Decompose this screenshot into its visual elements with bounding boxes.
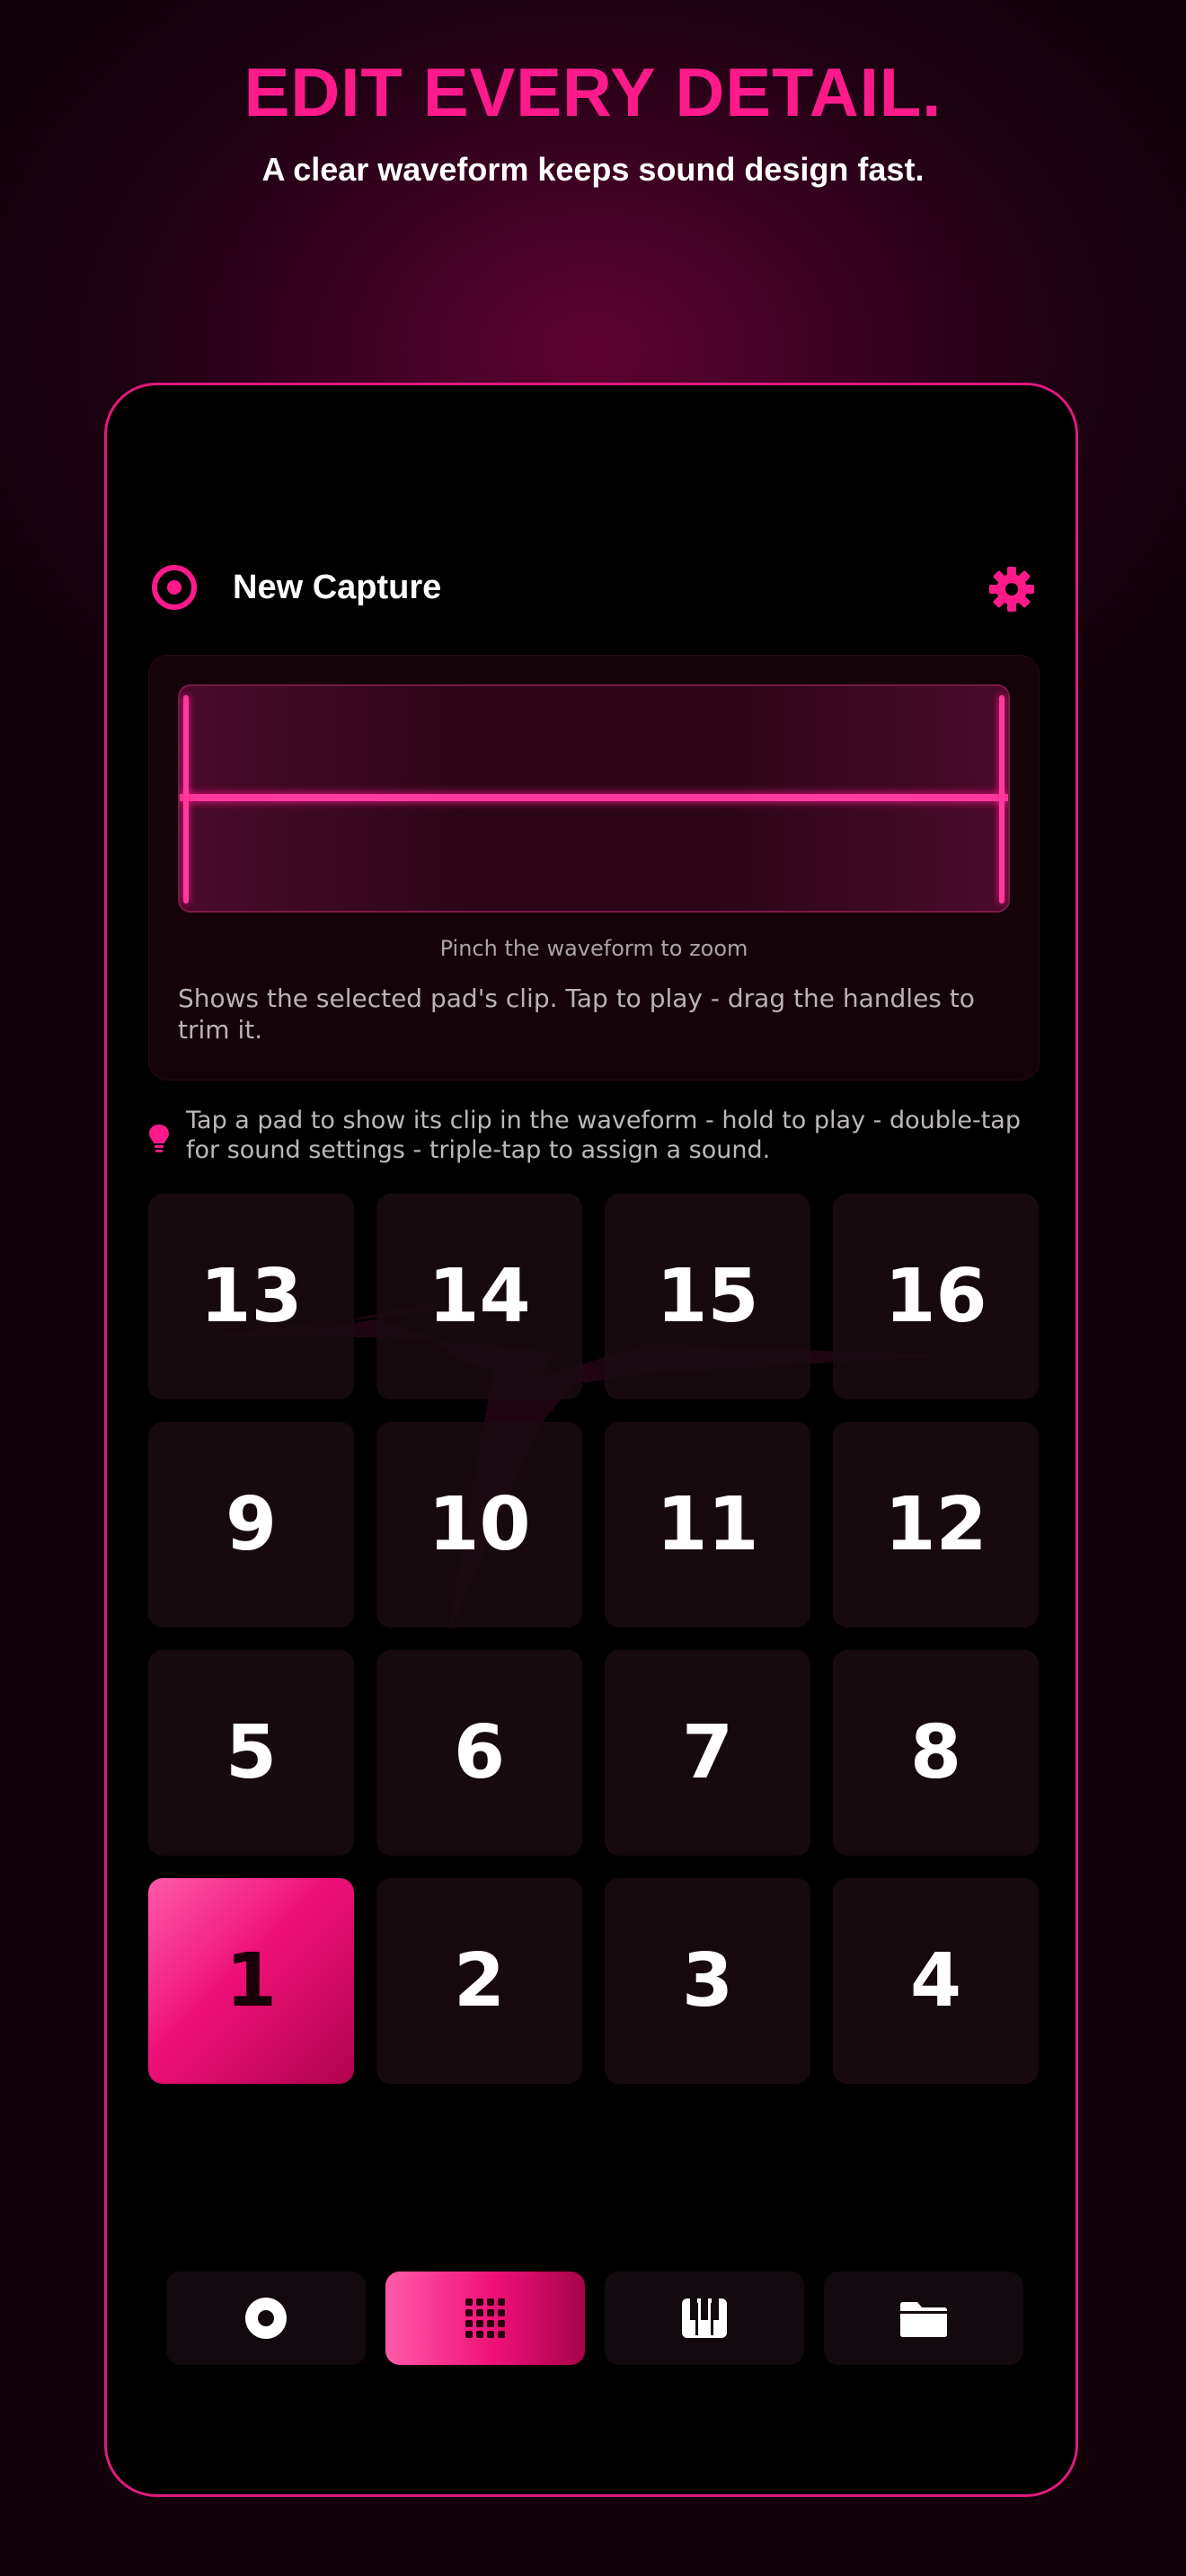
pad-16[interactable]: 16 — [833, 1194, 1039, 1399]
lightbulb-icon — [149, 1125, 169, 1152]
tab-keys[interactable] — [605, 2272, 804, 2365]
pad-4[interactable]: 4 — [833, 1878, 1039, 2084]
trim-handle-right[interactable] — [999, 695, 1005, 904]
pad-8[interactable]: 8 — [833, 1650, 1039, 1856]
grid-icon — [465, 2298, 505, 2338]
waveform-line — [180, 794, 1008, 801]
gear-icon[interactable] — [987, 565, 1036, 613]
promo-headline: EDIT EVERY DETAIL. — [243, 55, 943, 131]
tab-record[interactable] — [166, 2272, 366, 2365]
pad-2[interactable]: 2 — [376, 1878, 582, 2084]
record-icon[interactable] — [152, 565, 197, 610]
waveform-card: Pinch the waveform to zoom Shows the sel… — [148, 655, 1040, 1081]
trim-handle-left[interactable] — [183, 695, 189, 904]
pad-3[interactable]: 3 — [605, 1878, 810, 2084]
pad-11[interactable]: 11 — [605, 1422, 810, 1628]
promo-subheadline: A clear waveform keeps sound design fast… — [261, 151, 925, 188]
tab-bar — [166, 2272, 1023, 2365]
waveform-description: Shows the selected pad's clip. Tap to pl… — [178, 984, 975, 1045]
pad-14[interactable]: 14 — [376, 1194, 582, 1399]
pad-15[interactable]: 15 — [605, 1194, 810, 1399]
waveform-editor[interactable] — [178, 684, 1010, 913]
pad-9[interactable]: 9 — [148, 1422, 354, 1628]
pad-12[interactable]: 12 — [833, 1422, 1039, 1628]
record-icon — [245, 2298, 287, 2339]
pad-5[interactable]: 5 — [148, 1650, 354, 1856]
pad-7[interactable]: 7 — [605, 1650, 810, 1856]
pad-10[interactable]: 10 — [376, 1422, 582, 1628]
pad-6[interactable]: 6 — [376, 1650, 582, 1856]
pad-grid: 13 14 15 16 9 10 11 12 5 6 7 8 1 2 3 4 — [148, 1194, 1040, 2103]
folder-icon — [900, 2302, 947, 2337]
device-frame: New Capture Pinch the waveform to zoom S… — [104, 383, 1078, 2497]
tip-text: Tap a pad to show its clip in the wavefo… — [186, 1107, 1021, 1164]
piano-icon — [682, 2298, 727, 2338]
zoom-hint: Pinch the waveform to zoom — [439, 936, 748, 961]
pad-13[interactable]: 13 — [148, 1194, 354, 1399]
pad-1-selected[interactable]: 1 — [148, 1878, 354, 2084]
tab-files[interactable] — [824, 2272, 1023, 2365]
app-header: New Capture — [152, 565, 1036, 619]
capture-title: New Capture — [233, 569, 442, 606]
tab-pads[interactable] — [385, 2272, 585, 2365]
